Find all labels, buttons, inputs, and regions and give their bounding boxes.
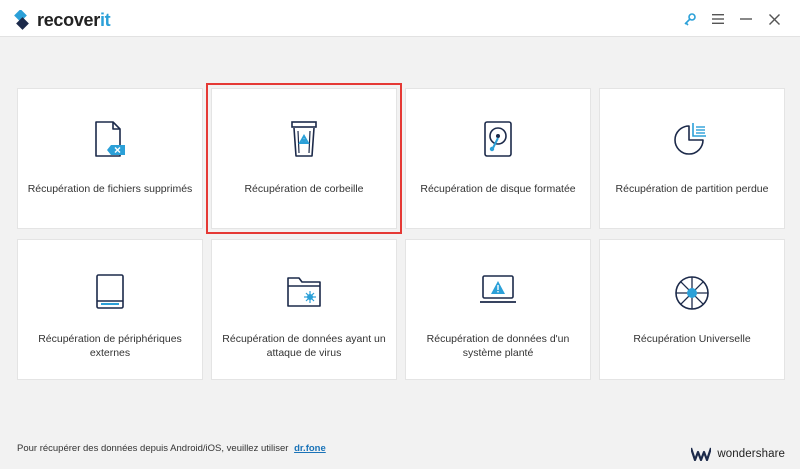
card-label: Récupération de partition perdue xyxy=(615,183,769,195)
minimize-button[interactable] xyxy=(732,9,760,29)
hard-disk-icon xyxy=(484,121,512,157)
close-icon xyxy=(768,13,780,25)
brand-name: wondershare xyxy=(717,448,785,460)
footer-note: Pour récupérer des données depuis Androi… xyxy=(17,443,326,454)
card-label: Récupération de fichiers supprimés xyxy=(27,183,193,195)
card-label: Récupération Universelle xyxy=(633,333,751,345)
virus-folder-icon xyxy=(287,277,321,307)
external-device-icon xyxy=(96,274,124,309)
app-name: recoverit xyxy=(37,10,111,30)
recycle-bin-icon xyxy=(291,121,317,157)
window-controls xyxy=(676,9,788,29)
card-universal[interactable]: Récupération Universelle xyxy=(599,239,785,380)
card-deleted-files[interactable]: Récupération de fichiers supprimés xyxy=(17,88,203,229)
card-recycle-bin[interactable]: Récupération de corbeille xyxy=(206,83,402,234)
deleted-file-icon xyxy=(95,121,125,157)
key-icon xyxy=(684,13,696,26)
drfone-link[interactable]: dr.fone xyxy=(294,443,326,454)
card-label: Récupération de disque formatée xyxy=(420,183,576,195)
card-external-devices[interactable]: Récupération de périphériques externes xyxy=(17,239,203,380)
wondershare-logo-icon xyxy=(691,447,712,461)
partition-icon xyxy=(674,123,706,155)
card-label: Récupération de périphériques externes xyxy=(38,333,182,359)
title-bar: recoverit xyxy=(0,0,800,37)
card-virus-attack[interactable]: Récupération de données ayant un attaque… xyxy=(211,239,397,380)
footer-note-text: Pour récupérer des données depuis Androi… xyxy=(17,443,289,454)
card-lost-partition[interactable]: Récupération de partition perdue xyxy=(599,88,785,229)
card-label: Récupération de données d'un système pla… xyxy=(426,333,570,359)
app-logo: recoverit xyxy=(12,10,111,30)
close-button[interactable] xyxy=(760,9,788,29)
universal-icon xyxy=(675,276,709,310)
menu-icon xyxy=(712,14,724,24)
card-crashed-system[interactable]: Récupération de données d'un système pla… xyxy=(405,239,591,380)
wondershare-brand: wondershare xyxy=(691,447,785,461)
key-button[interactable] xyxy=(676,9,704,29)
card-label: Récupération de corbeille xyxy=(244,183,364,195)
recovery-mode-grid: Récupération de fichiers supprimés Récup… xyxy=(17,83,785,380)
crashed-system-icon xyxy=(480,275,516,303)
minimize-icon xyxy=(740,18,752,20)
menu-button[interactable] xyxy=(704,9,732,29)
recoverit-logo-icon xyxy=(14,10,29,30)
card-label: Récupération de données ayant un attaque… xyxy=(222,333,386,359)
card-formatted-disk[interactable]: Récupération de disque formatée xyxy=(405,88,591,229)
